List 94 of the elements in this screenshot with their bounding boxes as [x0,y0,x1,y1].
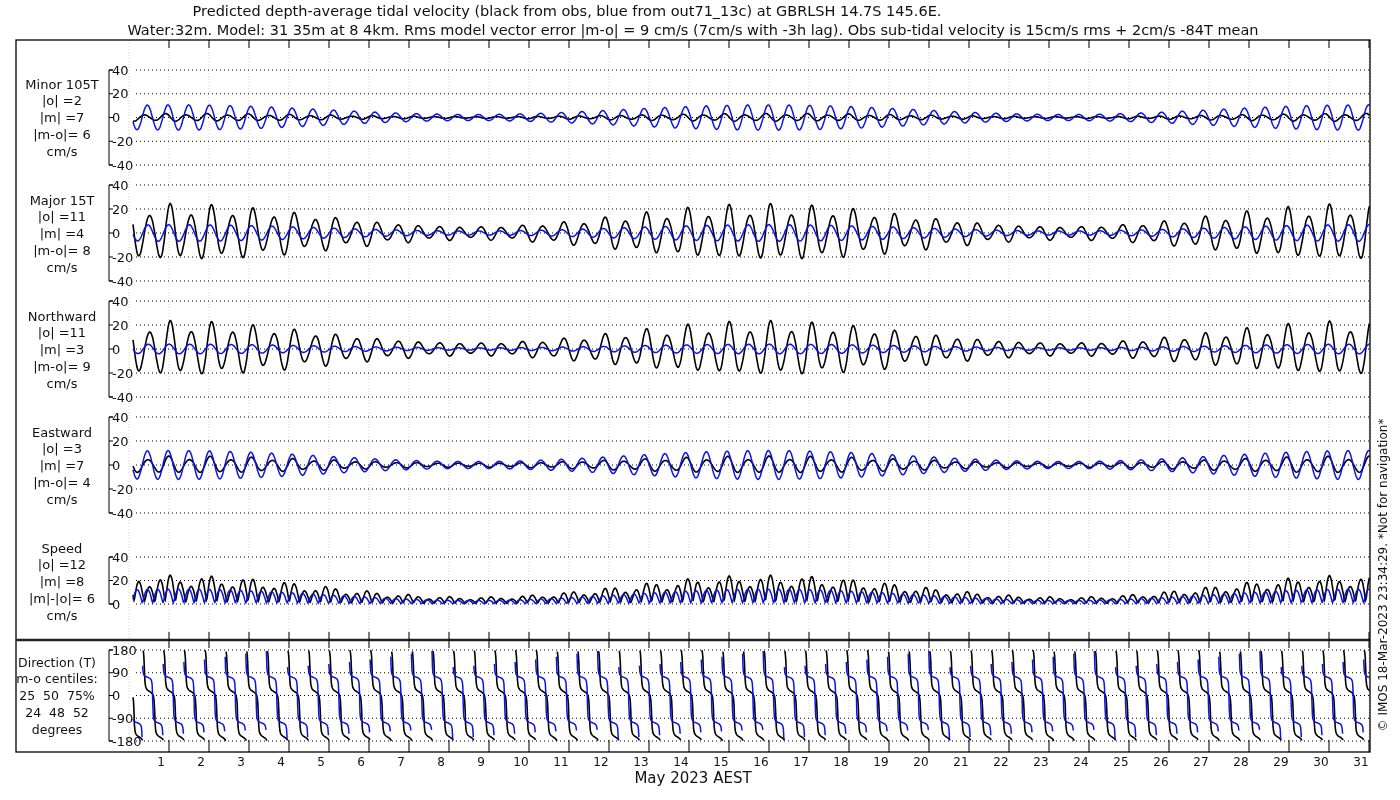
panel-label: cm/s [46,607,78,623]
axis-tick-label: 23 [1033,755,1049,769]
axis-title: May 2023 AEST [634,769,752,787]
panel-label: |o| =12 [37,557,87,573]
panel-label: |m-o|= 4 [33,474,91,490]
panel-label: 24 48 52 [25,704,89,720]
axis-tick-label: 28 [1233,755,1249,769]
axis-tick-label: 20 [112,201,129,217]
panel-label: |m| =4 [39,226,85,242]
axis-tick-label: 2 [197,755,205,769]
panel-label: |m| =8 [39,574,85,590]
axis-tick-label: 40 [112,293,129,309]
axis-tick-label: 0 [112,457,121,473]
panel-label: |o| =11 [37,325,87,341]
axis-tick-label: -40 [112,505,134,521]
axis-tick-label: 15 [713,755,729,769]
panel-label: Minor 105T [25,76,99,92]
axis-tick-label: 20 [112,86,129,102]
axis-tick-label: 40 [112,409,129,425]
panel-label: |o| =3 [42,441,82,457]
axis-tick-label: 90 [112,665,129,681]
axis-tick-label: 0 [112,110,121,125]
panel-label: |m| =7 [39,110,85,126]
axis-tick-label: 14 [673,755,689,769]
axis-tick-label: 19 [873,755,889,769]
axis-tick-label: 11 [553,755,569,769]
axis-tick-label: 5 [317,755,325,769]
panel-label: Eastward [32,424,92,440]
axis-tick-label: 22 [993,755,1009,769]
axis-tick-label: -180 [112,733,142,749]
panel-label: Speed [41,540,83,556]
panel-label: |m-o|= 8 [33,242,91,258]
axis-tick-label: 12 [593,755,609,769]
axis-tick-label: 24 [1073,755,1089,769]
axis-tick-label: 9 [477,755,485,769]
axis-tick-label: 0 [112,341,121,357]
axis-tick-label: -40 [112,157,134,173]
axis-tick-label: 20 [112,433,129,449]
axis-tick-label: 30 [1313,755,1329,769]
axis-tick-label: 40 [112,177,129,193]
panel-label: |m-o|= 9 [33,358,91,374]
axis-tick-label: 20 [913,755,929,769]
axis-tick-label: -20 [112,365,134,381]
axis-tick-label: -40 [112,273,134,289]
panel-label: Major 15T [29,192,95,208]
chart-title: Water:32m. Model: 31 35m at 8 4km. Rms model vector error |m-o| = 9 cm/s (7cm/s with -3h lag). Obs sub-tidal velocity is 15cm/s rms + 2cm/s -84T mean [127,22,1259,38]
panel-label: |m| =3 [39,342,85,358]
axis-tick-label: -90 [112,710,134,726]
axis-tick-label: 7 [397,755,405,769]
axis-tick-label: 29 [1273,755,1289,769]
panel-label: 25 50 75% [19,688,95,704]
panel-label: |o| =11 [37,209,87,225]
axis-tick-label: 8 [437,755,445,769]
panel-label: m-o centiles: [16,671,98,687]
axis-tick-label: 40 [112,549,129,565]
axis-tick-label: 25 [1113,755,1129,769]
panel-label: Northward [27,308,97,324]
panel-label: |o| =2 [42,93,82,109]
axis-tick-label: 31 [1353,755,1369,769]
panel-label: |m| =7 [39,458,85,474]
axis-tick-label: 16 [753,755,769,769]
axis-tick-label: 3 [237,755,245,769]
axis-tick-label: 20 [112,317,129,333]
axis-tick-label: 6 [357,755,365,769]
axis-tick-label: 0 [112,688,121,703]
y-axis [108,556,114,605]
axis-tick-label: 0 [112,225,121,241]
panel-label: |m|-|o|= 6 [28,590,96,606]
axis-tick-label: 180 [112,642,137,658]
panel-label: cm/s [46,491,78,507]
panel-label: Direction (T) [18,654,96,670]
axis-tick-label: -40 [112,389,134,405]
panel-label: degrees [31,721,83,737]
axis-tick-label: 0 [112,596,121,612]
axis-tick-label: 18 [833,755,849,769]
axis-tick-label: 26 [1153,755,1169,769]
axis-tick-label: 20 [112,573,129,588]
axis-tick-label: 10 [513,755,529,769]
panel-label: |m-o|= 6 [33,126,91,142]
axis-tick-label: 13 [633,755,649,769]
axis-tick-label: -20 [112,481,134,497]
axis-tick-label: -20 [112,133,134,149]
axis-tick-label: 4 [277,755,285,769]
axis-tick-label: 27 [1193,755,1209,769]
copyright-note: © IMOS 18-Mar-2023 23:34:29. *Not for navigation* [1376,418,1390,732]
axis-tick-label: 21 [953,755,969,769]
chart-title: Predicted depth-average tidal velocity (black from obs, blue from out71_13c) at GBRLSH 14.7S 145.6E. [192,3,942,19]
panel-label: cm/s [46,143,78,159]
axis-tick-label: 17 [793,755,809,769]
axis-tick-label: 40 [112,62,129,78]
axis-tick-label: 1 [157,755,165,769]
panel-label: cm/s [46,375,78,391]
panel-label: cm/s [46,259,78,275]
axis-tick-label: -20 [112,249,134,265]
